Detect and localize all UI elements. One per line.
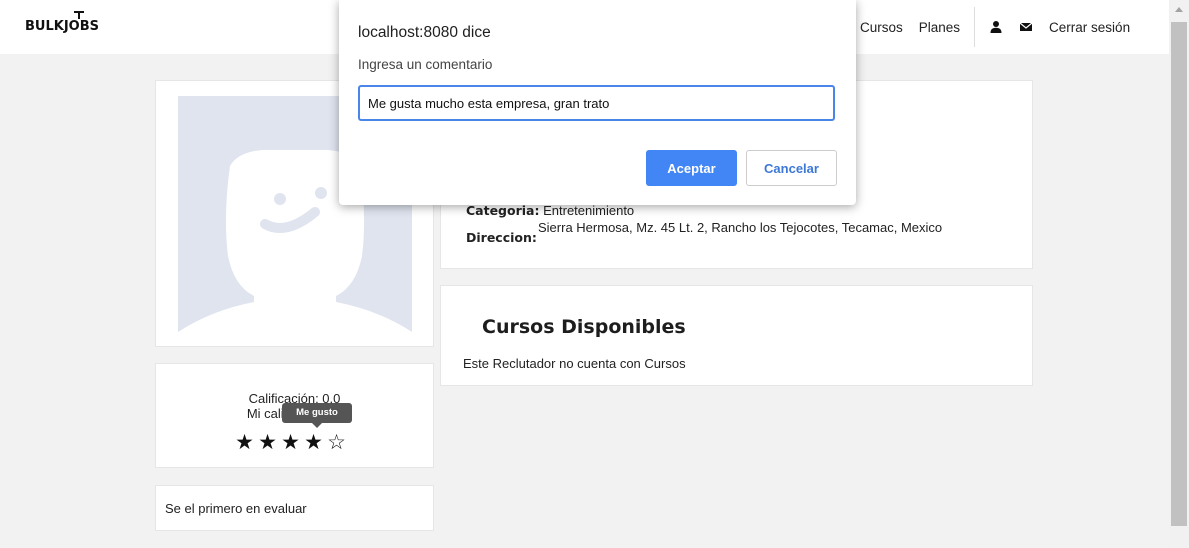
logo-hat-icon [74,11,84,19]
star-tooltip: Me gusto [282,403,352,428]
nav-link-cursos[interactable]: Cursos [852,20,911,35]
courses-card: Cursos Disponibles Este Reclutador no cu… [440,285,1033,386]
star-filled-icon[interactable]: ★ [280,432,301,453]
user-icon[interactable] [989,20,1003,34]
brand-logo-text: BULKJOBS [25,19,99,34]
star-rating[interactable]: ★ ★ ★ ★ ☆ [234,432,347,453]
comment-input[interactable] [358,85,835,121]
nav-divider [974,7,976,47]
star-filled-icon[interactable]: ★ [257,432,278,453]
direccion-value: Sierra Hermosa, Mz. 45 Lt. 2, Rancho los… [538,220,943,235]
envelope-icon[interactable] [1019,20,1033,34]
logout-link[interactable]: Cerrar sesión [1041,20,1138,35]
dialog-title: localhost:8080 dice [358,24,491,41]
nav-menu: Cursos Planes Cerrar sesión [852,0,1138,54]
vertical-scrollbar[interactable] [1169,0,1189,548]
star-filled-icon[interactable]: ★ [303,432,324,453]
direccion-label: Direccion: [466,230,537,245]
prompt-dialog: localhost:8080 dice Ingresa un comentari… [339,0,856,205]
accept-button[interactable]: Aceptar [646,150,737,186]
courses-empty-text: Este Reclutador no cuenta con Cursos [463,356,686,371]
dialog-message: Ingresa un comentario [358,57,493,72]
star-filled-icon[interactable]: ★ [234,432,255,453]
evaluations-empty-text: Se el primero en evaluar [165,501,307,516]
nav-link-planes[interactable]: Planes [911,20,968,35]
star-empty-icon[interactable]: ☆ [326,432,347,453]
courses-title: Cursos Disponibles [482,316,686,338]
categoria-label: Categoria: [466,203,540,218]
categoria-row: Categoria: Entretenimiento [466,203,634,218]
evaluations-card: Se el primero en evaluar [155,485,434,531]
brand-logo[interactable]: BULKJOBS [25,11,99,34]
scroll-up-arrow-icon[interactable] [1175,7,1183,12]
categoria-value: Entretenimiento [543,203,635,218]
cancel-button[interactable]: Cancelar [746,150,837,186]
scrollbar-thumb[interactable] [1171,22,1187,526]
